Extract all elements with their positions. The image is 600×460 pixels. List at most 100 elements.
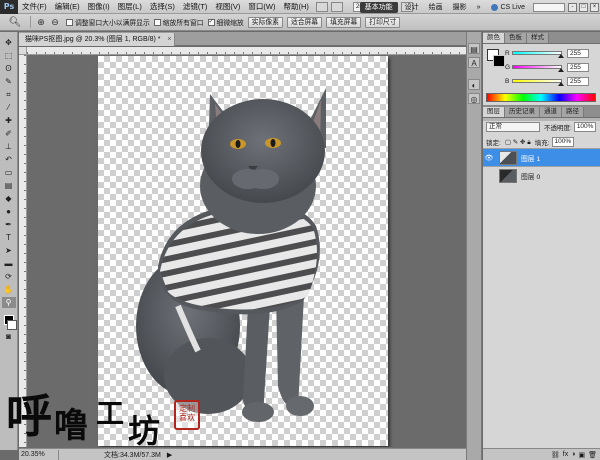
layer-row-1[interactable]: 👁︎ 图层 1 <box>483 148 600 166</box>
red-value-field[interactable]: 255 <box>567 48 589 58</box>
tab-channels[interactable]: 通道 <box>540 107 562 117</box>
bridge-button[interactable] <box>315 1 328 12</box>
tab-layers[interactable]: 图层 <box>483 107 505 117</box>
menu-file[interactable]: 文件(F) <box>18 1 51 12</box>
red-slider-knob[interactable] <box>558 54 564 58</box>
collapsed-panel-dock: ▤ A ◐ ◎ <box>466 32 482 460</box>
cs-live-button[interactable]: CS Live <box>485 3 531 11</box>
minimize-icon[interactable]: - <box>568 2 577 12</box>
horizontal-ruler[interactable] <box>27 47 466 55</box>
character-panel-icon[interactable]: A <box>468 57 480 68</box>
gradient-tool-icon[interactable]: ▤ <box>2 180 16 191</box>
zoom-in-icon[interactable]: ⊕ <box>35 16 47 28</box>
minibridge-button[interactable] <box>330 1 343 12</box>
healing-brush-tool-icon[interactable]: ✚ <box>2 115 16 126</box>
blend-mode-select[interactable]: 正常 <box>486 122 540 132</box>
fill-field[interactable]: 100% <box>551 137 574 147</box>
maximize-icon[interactable]: □ <box>579 2 588 12</box>
trash-icon[interactable]: 🗑︎ <box>588 451 597 459</box>
scrubby-zoom-checkbox[interactable]: ✓ 细微缩放 <box>207 17 244 27</box>
tab-swatches[interactable]: 色板 <box>505 33 527 43</box>
layer-row-0[interactable]: 图层 0 <box>483 166 600 184</box>
brush-tool-icon[interactable]: ✐ <box>2 128 16 139</box>
print-size-button[interactable]: 打印尺寸 <box>365 16 401 28</box>
workspace-photography[interactable]: 摄影 <box>448 2 472 12</box>
blue-slider-track[interactable] <box>512 79 564 86</box>
zoom-tool-icon[interactable]: ⚲ <box>1 297 16 308</box>
tab-history[interactable]: 历史记录 <box>505 107 540 117</box>
opacity-field[interactable]: 100% <box>573 122 596 132</box>
shape-tool-icon[interactable]: ▬ <box>2 258 16 269</box>
help-search-input[interactable] <box>533 2 565 12</box>
fit-screen-button[interactable]: 适合屏幕 <box>286 16 323 28</box>
menu-layer[interactable]: 图层(L) <box>114 1 146 12</box>
workspace-design[interactable]: 设计 <box>400 2 424 12</box>
status-zoom-field[interactable]: 20.35% <box>19 449 59 460</box>
status-menu-arrow-icon[interactable]: ▶ <box>167 451 172 459</box>
history-brush-tool-icon[interactable]: ↶ <box>2 154 16 165</box>
marquee-tool-icon[interactable]: ⬚ <box>2 50 16 61</box>
green-slider-track[interactable] <box>512 65 564 72</box>
workspace-painting[interactable]: 绘画 <box>424 2 448 12</box>
eraser-tool-icon[interactable]: ▭ <box>2 167 16 178</box>
masks-panel-icon[interactable]: ◎ <box>468 93 480 104</box>
lasso-tool-icon[interactable]: ʘ <box>2 63 16 74</box>
background-color-swatch[interactable] <box>6 320 17 330</box>
eyedropper-tool-icon[interactable]: ⁄ <box>2 102 16 113</box>
workspace-essentials[interactable]: 基本功能 <box>359 1 398 13</box>
close-document-icon[interactable]: × <box>167 33 171 46</box>
menu-window[interactable]: 窗口(W) <box>244 1 279 12</box>
tab-paths[interactable]: 路径 <box>562 107 584 117</box>
hand-tool-icon[interactable]: ✋ <box>2 284 16 295</box>
quick-select-tool-icon[interactable]: ✎ <box>2 76 16 87</box>
blue-value-field[interactable]: 255 <box>567 76 589 86</box>
document-pasteboard[interactable] <box>28 56 466 447</box>
menu-edit[interactable]: 编辑(E) <box>51 1 84 12</box>
dodge-tool-icon[interactable]: ● <box>2 206 16 217</box>
crop-tool-icon[interactable]: ⌗ <box>2 89 16 100</box>
color-panel-swatches[interactable] <box>487 49 505 67</box>
lock-icons[interactable]: ▢ ✎ ✥ 🔒︎ <box>505 138 531 147</box>
color-panel-background[interactable] <box>493 55 505 67</box>
blue-slider-knob[interactable] <box>558 82 564 86</box>
close-icon[interactable]: × <box>590 2 599 12</box>
ruler-origin[interactable] <box>19 47 27 55</box>
color-spectrum-bar[interactable] <box>486 93 596 102</box>
pen-tool-icon[interactable]: ✒ <box>2 219 16 230</box>
menu-select[interactable]: 选择(S) <box>146 1 179 12</box>
type-tool-icon[interactable]: T <box>2 232 16 243</box>
clone-stamp-tool-icon[interactable]: ⊥ <box>2 141 16 152</box>
resize-windows-checkbox[interactable]: 调整窗口大小以满屏显示 <box>66 17 150 27</box>
history-panel-icon[interactable]: ▤ <box>468 43 480 54</box>
quick-mask-icon[interactable]: ◙ <box>2 331 16 342</box>
zoom-icon[interactable]: 🔍︎ <box>3 16 27 29</box>
menu-help[interactable]: 帮助(H) <box>280 1 313 12</box>
adjustments-panel-icon[interactable]: ◐ <box>468 79 480 90</box>
cs-live-icon <box>491 3 499 11</box>
menu-filter[interactable]: 滤镜(T) <box>179 1 212 12</box>
menu-image[interactable]: 图像(I) <box>84 1 114 12</box>
tab-color[interactable]: 颜色 <box>483 33 505 43</box>
red-slider-track[interactable] <box>512 51 564 58</box>
fx-icon[interactable]: fx <box>563 451 568 458</box>
new-layer-icon[interactable]: ▣ <box>578 451 585 459</box>
document-tab[interactable]: 猫咪PS抠图.jpg @ 20.3% (图层 1, RGB/8) * × <box>19 33 176 46</box>
green-slider-knob[interactable] <box>558 68 564 72</box>
workspace-more[interactable]: » <box>472 4 486 11</box>
zoom-all-windows-checkbox[interactable]: 缩放所有窗口 <box>153 17 204 27</box>
blur-tool-icon[interactable]: ◆ <box>2 193 16 204</box>
vertical-ruler[interactable] <box>19 55 27 447</box>
zoom-out-icon[interactable]: ⊖ <box>49 16 61 28</box>
move-tool-icon[interactable]: ✥ <box>2 37 16 48</box>
fill-screen-button[interactable]: 填充屏幕 <box>326 16 362 28</box>
path-select-tool-icon[interactable]: ➤ <box>2 245 16 256</box>
add-mask-icon[interactable]: ◑ <box>571 451 575 458</box>
menu-view[interactable]: 视图(V) <box>211 1 244 12</box>
tab-styles[interactable]: 样式 <box>527 33 549 43</box>
image-canvas[interactable] <box>98 56 388 446</box>
link-layers-icon[interactable]: ⛓︎ <box>551 451 560 459</box>
green-value-field[interactable]: 255 <box>567 62 589 72</box>
3d-rotate-tool-icon[interactable]: ⟳ <box>2 271 16 282</box>
actual-pixels-button[interactable]: 实际像素 <box>247 16 283 28</box>
eye-icon[interactable]: 👁︎ <box>483 154 495 162</box>
